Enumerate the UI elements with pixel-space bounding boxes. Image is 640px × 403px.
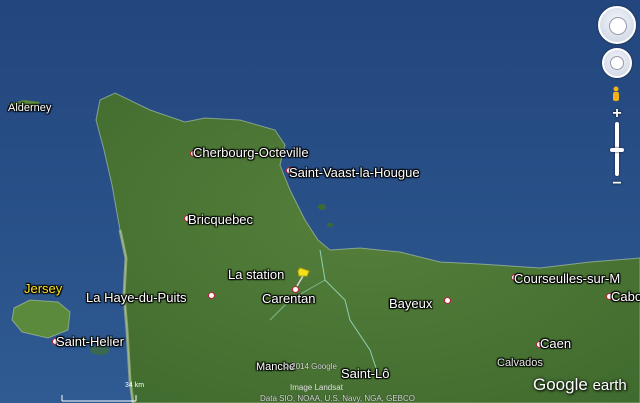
label-cabo[interactable]: Cabo bbox=[611, 289, 640, 304]
label-cherbourg[interactable]: Cherbourg-Octeville bbox=[193, 145, 309, 160]
logo-earth: earth bbox=[592, 377, 627, 394]
pushpin-icon[interactable] bbox=[294, 266, 312, 288]
imagery-credit: Image Landsat bbox=[290, 383, 343, 392]
label-carentan[interactable]: Carentan bbox=[262, 291, 315, 306]
pan-control-icon[interactable] bbox=[602, 48, 632, 78]
compass-center[interactable] bbox=[609, 17, 627, 35]
label-bayeux[interactable]: Bayeux bbox=[389, 296, 432, 311]
label-courseulles[interactable]: Courseulles-sur-M bbox=[514, 271, 620, 286]
pegman-icon[interactable] bbox=[611, 86, 621, 102]
data-credit: Data SIO, NOAA, U.S. Navy, NGA, GEBCO bbox=[260, 394, 415, 403]
label-la-station[interactable]: La station bbox=[228, 267, 284, 282]
label-saint-helier[interactable]: Saint-Helier bbox=[56, 334, 124, 349]
label-caen[interactable]: Caen bbox=[540, 336, 571, 351]
label-calvados[interactable]: Calvados bbox=[497, 357, 543, 369]
logo-google: Google bbox=[533, 375, 588, 394]
map-view[interactable]: Alderney Cherbourg-Octeville Saint-Vaast… bbox=[0, 0, 640, 403]
label-saint-vaast[interactable]: Saint-Vaast-la-Hougue bbox=[289, 165, 420, 180]
label-bricquebec[interactable]: Bricquebec bbox=[188, 212, 253, 227]
place-dot[interactable] bbox=[444, 297, 451, 304]
label-jersey[interactable]: Jersey bbox=[24, 281, 62, 296]
zoom-thumb[interactable] bbox=[610, 148, 624, 152]
label-la-haye[interactable]: La Haye-du-Puits bbox=[86, 290, 186, 305]
place-dot[interactable] bbox=[208, 292, 215, 299]
label-alderney[interactable]: Alderney bbox=[8, 102, 51, 114]
copyright-text: © 2014 Google bbox=[283, 362, 337, 371]
compass-icon[interactable] bbox=[598, 6, 636, 44]
zoom-in-button[interactable]: + bbox=[607, 106, 627, 122]
label-saint-lo[interactable]: Saint-Lô bbox=[341, 366, 389, 381]
pan-center[interactable] bbox=[610, 56, 624, 70]
zoom-out-button[interactable]: − bbox=[607, 176, 627, 192]
scale-label: 34 km bbox=[125, 382, 145, 389]
google-earth-logo: Google earth bbox=[533, 375, 627, 395]
